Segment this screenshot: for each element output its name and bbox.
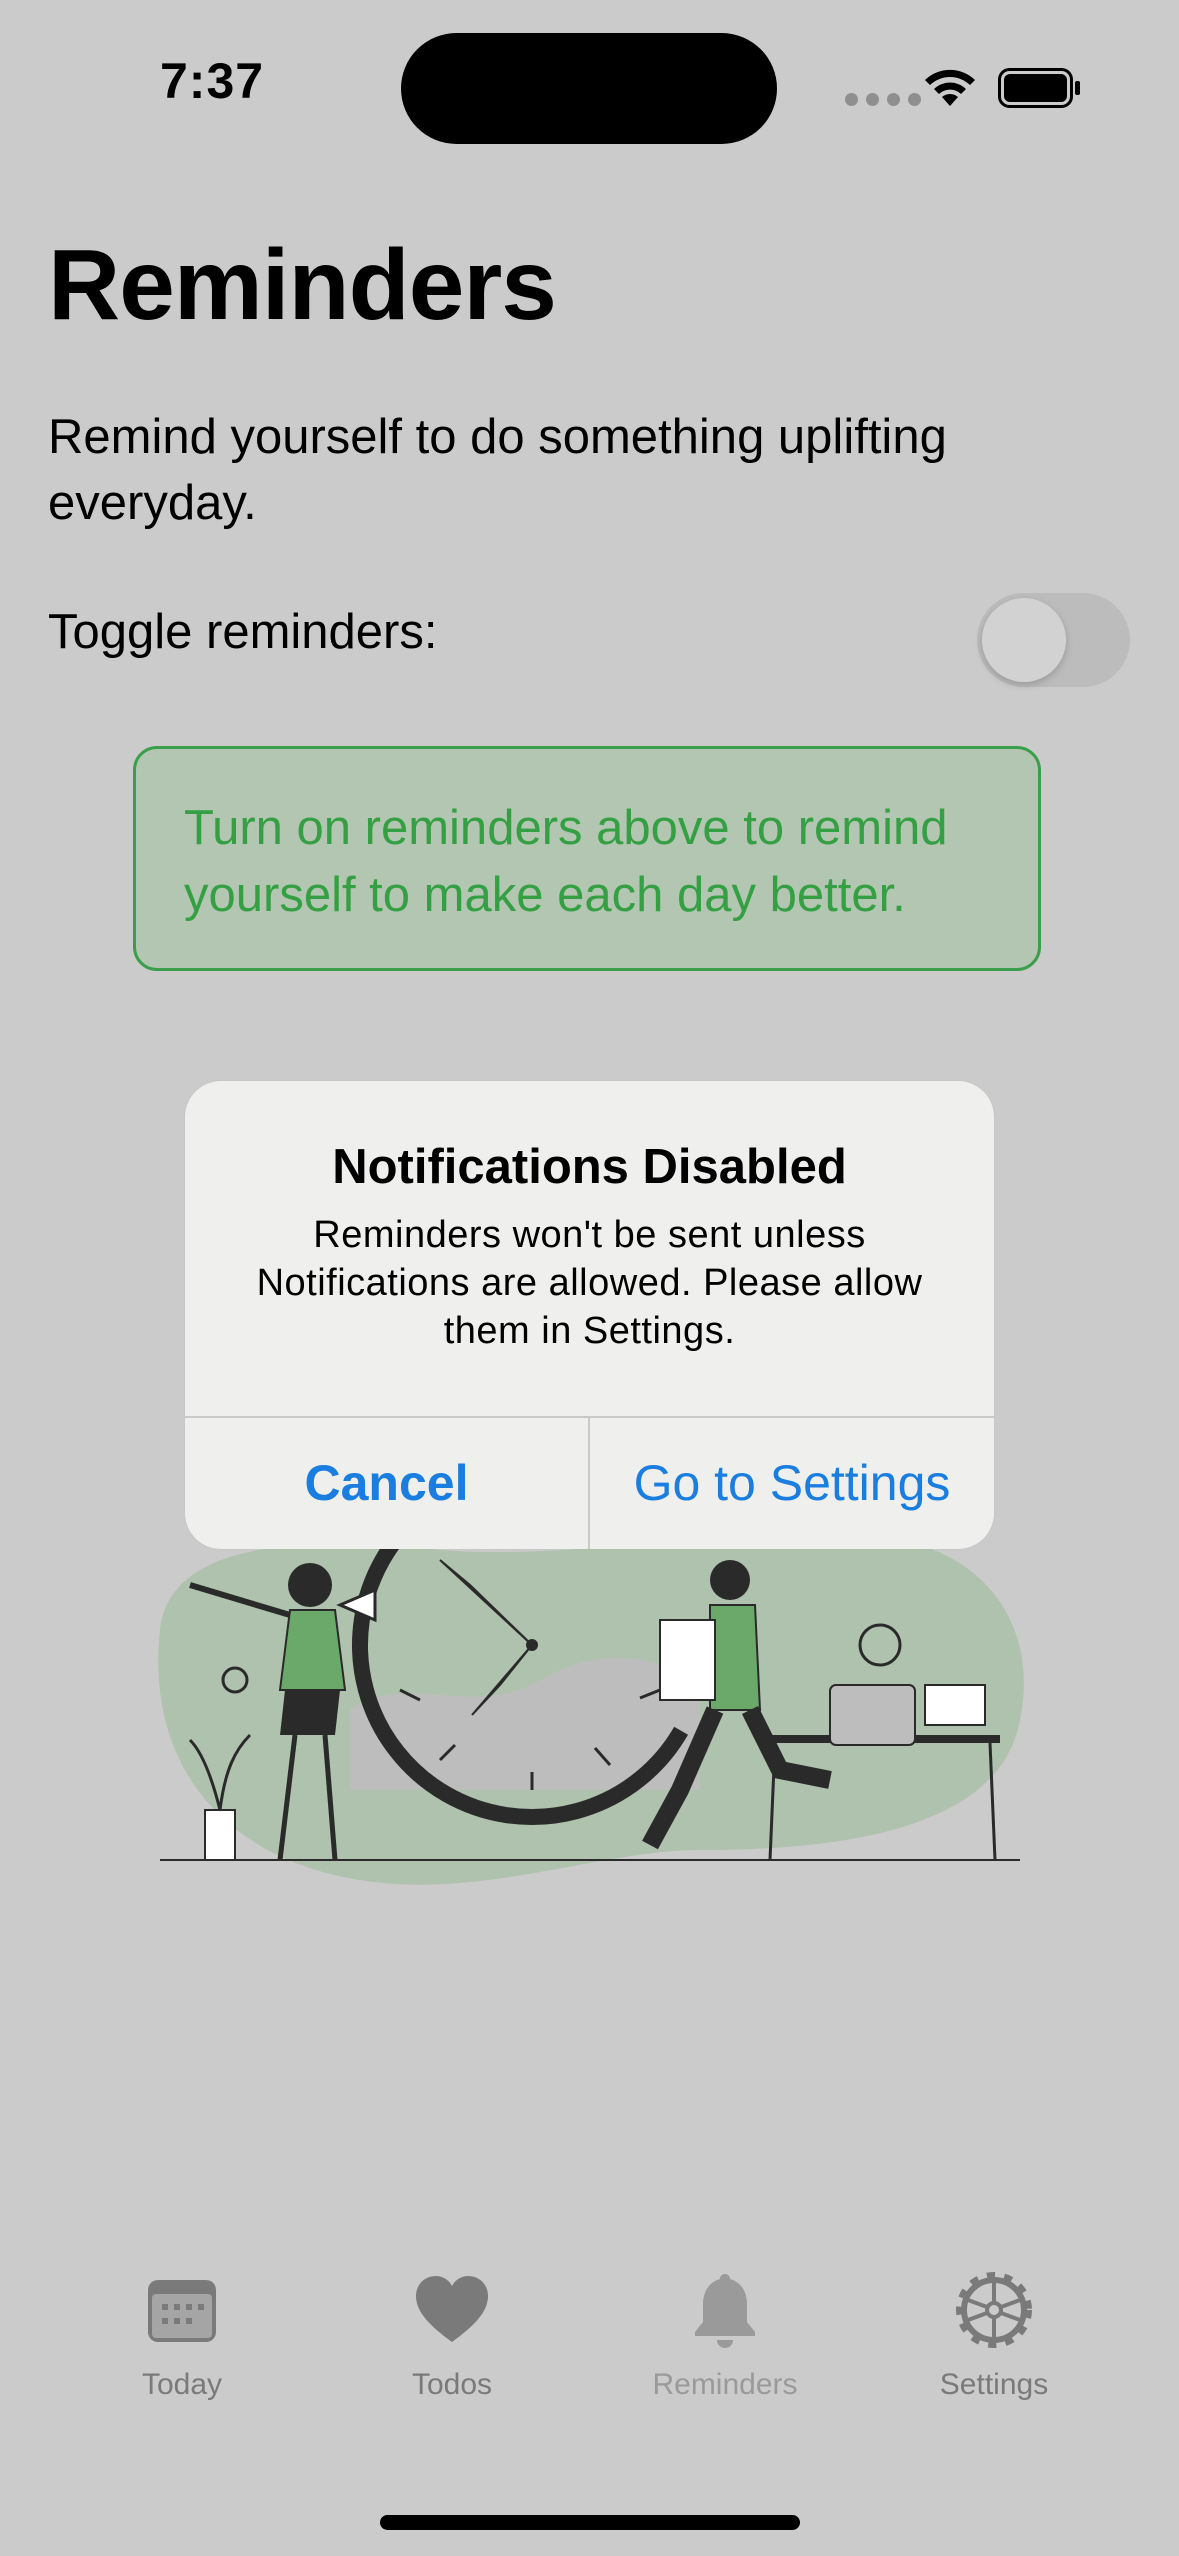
page-title: Reminders	[48, 229, 557, 341]
toggle-label: Toggle reminders:	[48, 605, 438, 659]
reminders-toggle[interactable]	[977, 593, 1130, 687]
wifi-icon	[925, 69, 975, 106]
go-to-settings-button[interactable]: Go to Settings	[590, 1417, 994, 1549]
tab-today[interactable]: Today	[82, 2270, 282, 2402]
heart-icon	[416, 2276, 488, 2342]
alert-message: Reminders won't be sent unless Notificat…	[256, 1214, 923, 1352]
tab-label: Reminders	[652, 2368, 798, 2401]
tab-label: Today	[141, 2368, 223, 2401]
home-indicator[interactable]	[380, 2515, 800, 2530]
alert-title: Notifications Disabled	[332, 1140, 847, 1194]
illustration	[158, 1490, 1024, 1885]
description-text: Remind yourself to do something upliftin…	[48, 410, 947, 530]
notifications-alert: Notifications Disabled Reminders won't b…	[185, 1081, 994, 1549]
battery-icon	[998, 68, 1080, 108]
status-time: 7:37	[160, 53, 265, 109]
tab-todos[interactable]: Todos	[352, 2270, 552, 2402]
cancel-button[interactable]: Cancel	[185, 1417, 588, 1549]
tab-settings[interactable]: Settings	[894, 2270, 1094, 2402]
cellular-signal-icon	[845, 93, 921, 106]
bell-icon	[695, 2274, 755, 2348]
calendar-icon	[148, 2280, 216, 2342]
reminders-screen: 7:37 Reminders Remind yourself to do som…	[0, 0, 1179, 2556]
tab-reminders[interactable]: Reminders	[625, 2270, 825, 2402]
tab-label: Todos	[411, 2368, 493, 2401]
toggle-knob	[982, 598, 1066, 682]
tab-label: Settings	[939, 2368, 1049, 2401]
gear-icon	[956, 2272, 1032, 2348]
hint-box: Turn on reminders above to remind yourse…	[133, 746, 1041, 971]
dynamic-island	[401, 33, 777, 144]
